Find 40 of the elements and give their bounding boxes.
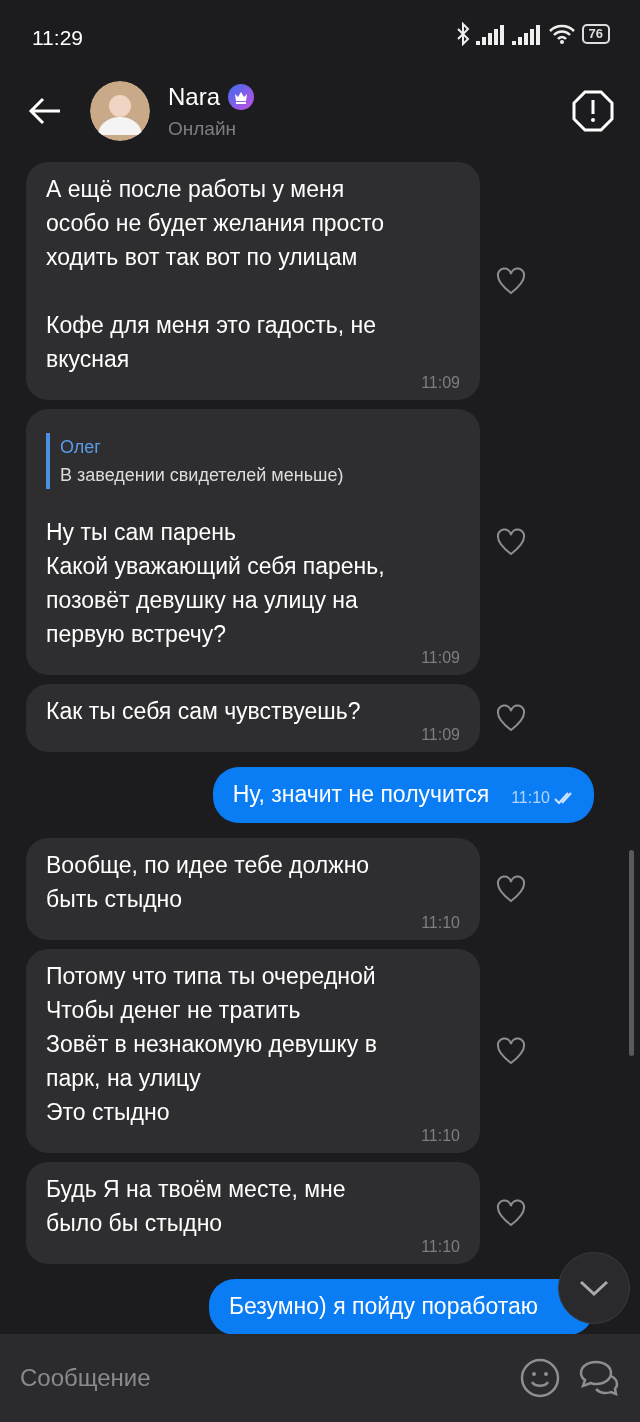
message-time: 11:10 (511, 789, 550, 807)
message-input[interactable]: Сообщение (0, 1334, 520, 1422)
message-text: Ну, значит не получится (232, 780, 490, 809)
message-text: Ну ты сам парень Какой уважающий себя парень, позовёт девушку на улицу на первую встречу? (46, 518, 386, 649)
heart-icon[interactable] (496, 1199, 526, 1227)
avatar-icon (90, 81, 150, 141)
status-time: 11:29 (32, 25, 83, 51)
back-arrow-icon[interactable] (28, 97, 62, 125)
message-text: Потому что типа ты очередной Чтобы денег не тратить Зовёт в незнакомую девушку в парк, на улицу Это стыдно (46, 962, 378, 1127)
heart-icon[interactable] (496, 1037, 526, 1065)
signal-icon (475, 23, 506, 45)
signal-icon (511, 23, 542, 45)
reply-author: Олег (60, 436, 102, 459)
chat-bubbles-icon[interactable] (578, 1358, 620, 1398)
scrollbar[interactable] (629, 850, 634, 1056)
bluetooth-icon (455, 22, 470, 46)
chevron-down-icon (579, 1279, 609, 1297)
warning-octagon-icon[interactable] (572, 90, 614, 132)
online-status: Онлайн (168, 116, 238, 141)
contact-name: Nara (168, 81, 221, 112)
message-time: 11:10 (421, 1238, 460, 1256)
heart-icon[interactable] (496, 704, 526, 732)
message-time: 11:09 (421, 649, 460, 667)
message-text: Безумно) я пойду поработаю (228, 1292, 538, 1321)
emoji-icon[interactable] (520, 1358, 560, 1398)
message-text: Вообще, по идее тебе должно быть стыдно (46, 851, 371, 914)
wifi-icon (547, 23, 576, 45)
message-time: 11:09 (421, 726, 460, 744)
message-text: Как ты себя сам чувствуешь? (46, 697, 362, 726)
heart-icon[interactable] (496, 875, 526, 903)
crown-badge-icon (228, 83, 255, 110)
message-text: А ещё после работы у меня особо не будет желания просто ходить вот так вот по улицам Кофе для меня это гадость, не вкусная (46, 175, 385, 374)
message-time: 11:09 (421, 374, 460, 392)
heart-icon[interactable] (496, 528, 526, 556)
reply-text: В заведении свидетелей меньше) (60, 464, 345, 487)
message-text: Будь Я на твоём месте, мне было бы стыдно (46, 1175, 347, 1238)
battery-level: 76 (581, 24, 610, 44)
message-time: 11:10 (421, 914, 460, 932)
heart-icon[interactable] (496, 267, 526, 295)
message-time: 11:10 (421, 1127, 460, 1145)
